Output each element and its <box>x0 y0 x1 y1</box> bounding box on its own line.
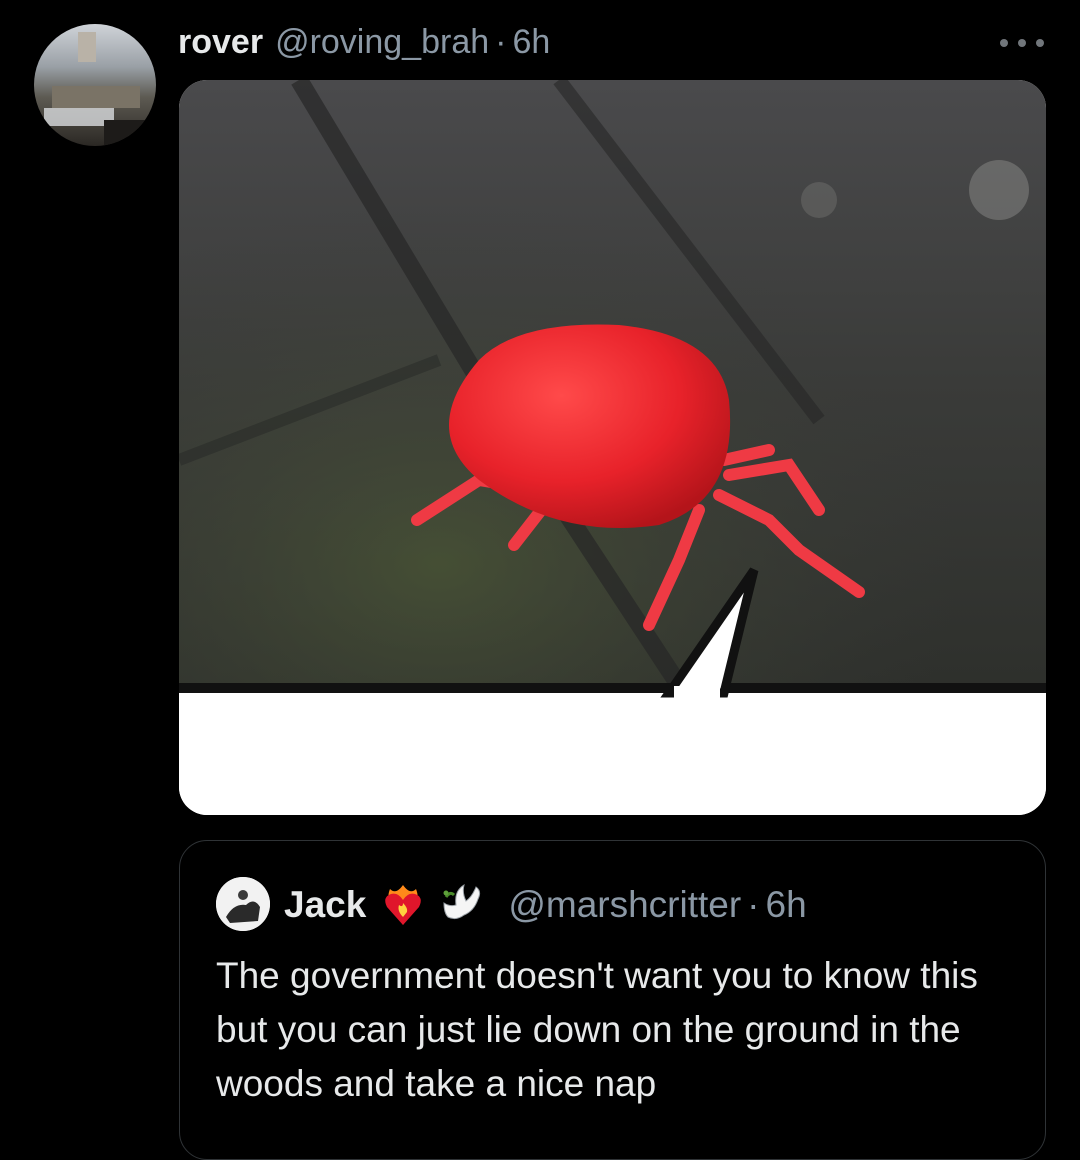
author-avatar[interactable] <box>34 24 156 146</box>
dove-icon <box>440 881 486 929</box>
quoted-author-handle[interactable]: @marshcritter <box>508 884 741 926</box>
quoted-tweet-card[interactable]: Jack @marshcritter · 6h The government d… <box>179 840 1046 1160</box>
tweet-timestamp[interactable]: 6h <box>512 23 550 62</box>
author-handle[interactable]: @roving_brah <box>275 23 489 62</box>
separator-dot: · <box>747 884 760 925</box>
quoted-tweet-header: Jack @marshcritter · 6h <box>284 881 807 929</box>
separator-dot: · <box>495 22 507 61</box>
tweet-media-image[interactable] <box>179 80 1046 815</box>
heart-on-fire-icon <box>380 881 426 929</box>
quoted-tweet-timestamp[interactable]: 6h <box>766 884 807 926</box>
tweet-header: rover @roving_brah · 6h <box>178 20 550 64</box>
more-options-icon[interactable] <box>1000 38 1044 48</box>
quoted-author-avatar[interactable] <box>216 877 270 931</box>
author-display-name[interactable]: rover <box>178 23 263 62</box>
red-mite-meme-image <box>179 80 1046 815</box>
quoted-tweet-text: The government doesn't want you to know … <box>216 955 978 1104</box>
quoted-author-display-name[interactable]: Jack <box>284 884 366 926</box>
